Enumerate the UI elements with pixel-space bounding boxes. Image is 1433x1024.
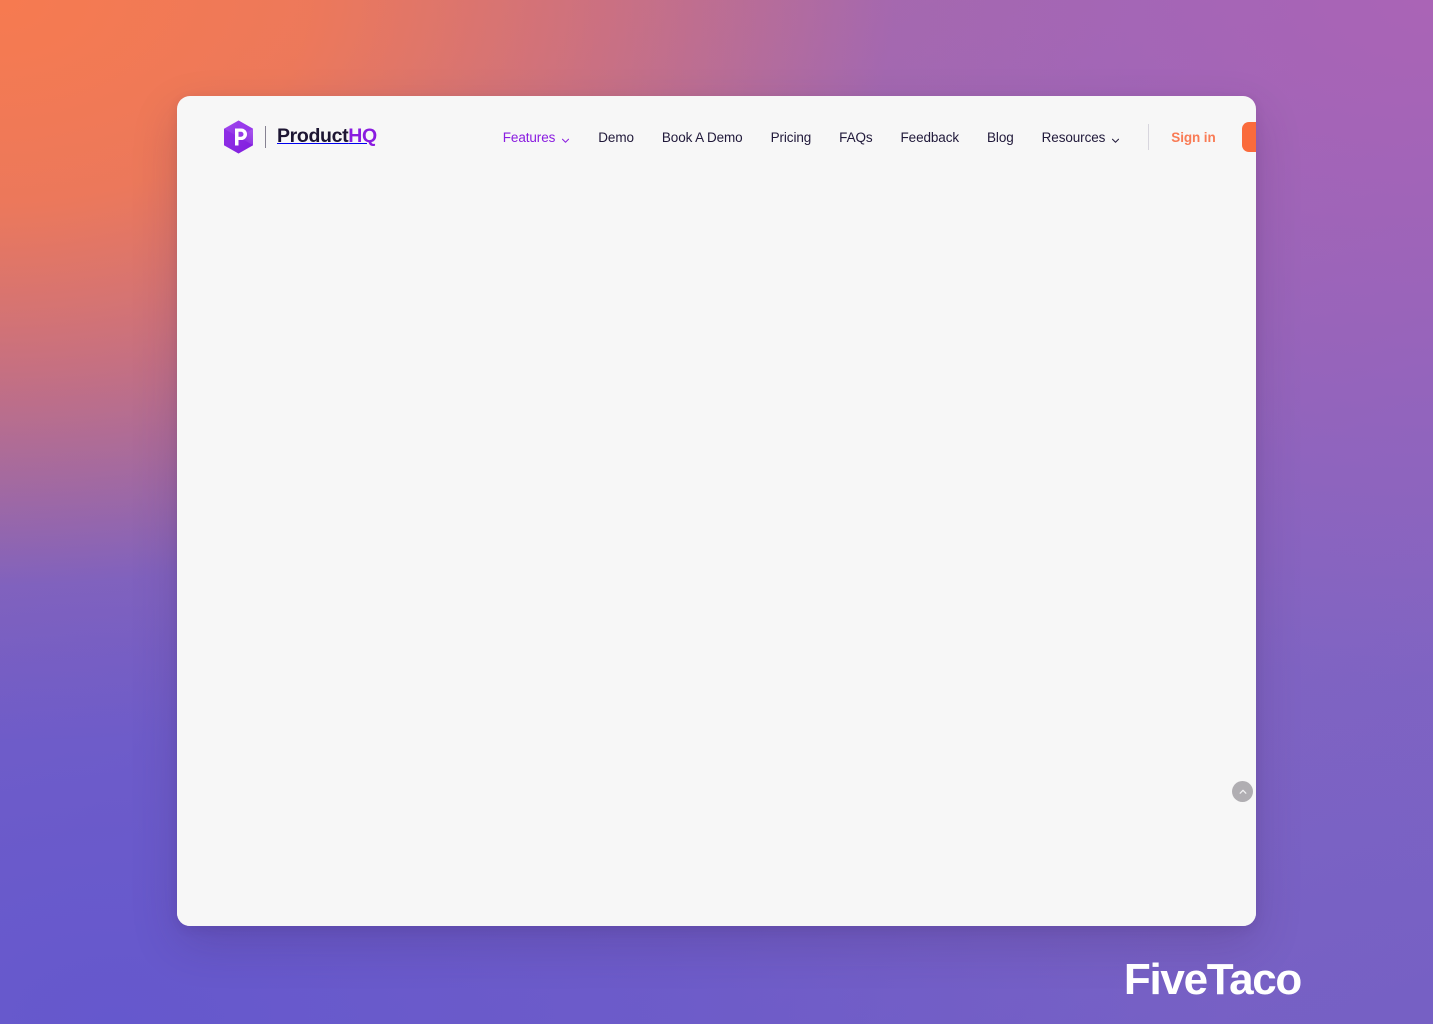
nav-item-label: Features [502,129,556,145]
start-free-trial-button[interactable]: Start free trial [1241,122,1256,152]
nav-item-features[interactable]: Features [489,124,584,151]
nav-item-faqs[interactable]: FAQs [825,124,886,151]
scroll-to-top-button[interactable] [1232,781,1253,802]
site-navbar: ProductHQ Features Demo Book A Demo Pric… [177,96,1256,178]
nav-item-label: Blog [987,129,1014,145]
nav-item-label: Feedback [900,129,960,145]
chevron-down-icon [1111,133,1120,143]
chevron-down-icon [561,133,570,143]
nav-item-resources[interactable]: Resources [1028,124,1135,151]
nav-item-pricing[interactable]: Pricing [757,124,826,151]
browser-preview-card: ProductHQ Features Demo Book A Demo Pric… [177,96,1256,926]
nav-item-feedback[interactable]: Feedback [887,124,974,151]
brand-name-accent: HQ [348,125,377,148]
nav-actions: Sign in Start free trial [1134,122,1256,152]
sign-in-link[interactable]: Sign in [1171,130,1215,145]
nav-item-label: Demo [598,129,634,145]
brand-wordmark: ProductHQ [277,127,377,147]
fivetaco-watermark: FiveTaco [1123,955,1302,1004]
primary-nav-links: Features Demo Book A Demo Pricing FAQs F… [489,124,1135,151]
nav-action-divider [1148,124,1150,150]
brand-divider [265,126,266,148]
brand-name-primary: Product [277,125,349,148]
page-content-area [177,178,1256,926]
nav-item-label: Pricing [770,129,812,145]
nav-item-label: Resources [1041,129,1106,145]
nav-item-label: FAQs [839,129,873,145]
brand-logo-link[interactable]: ProductHQ [223,120,377,154]
hexagon-p-logo-icon [223,120,254,154]
nav-item-demo[interactable]: Demo [584,124,648,151]
nav-item-blog[interactable]: Blog [973,124,1028,151]
chevron-up-icon [1238,787,1248,797]
nav-item-book-a-demo[interactable]: Book A Demo [648,124,757,151]
nav-item-label: Book A Demo [661,129,743,145]
